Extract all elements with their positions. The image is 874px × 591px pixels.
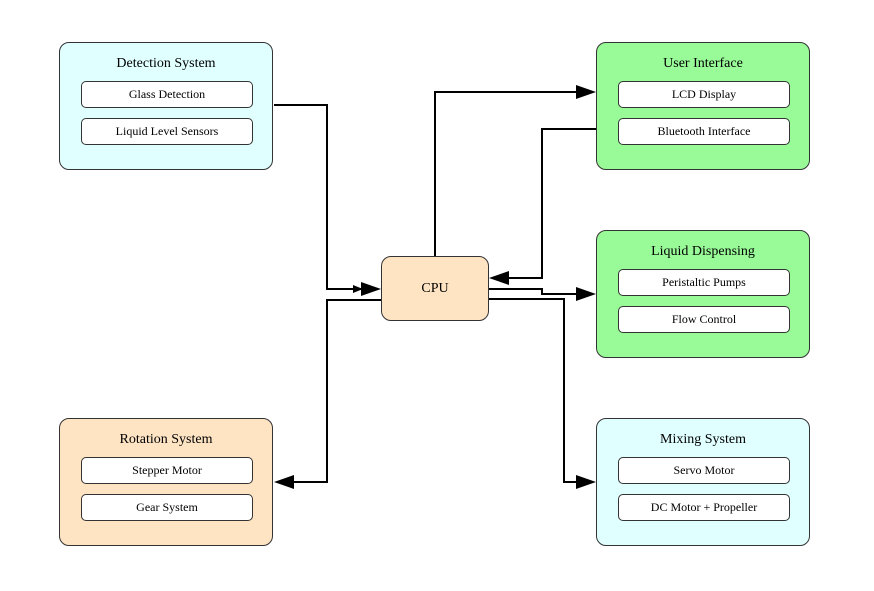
arrowhead-cpu-to-user-interface <box>576 85 596 99</box>
edge-cpu-to-liquid-dispensing <box>489 288 578 295</box>
component-lcd-display[interactable]: LCD Display <box>618 81 790 108</box>
group-title: Detection System <box>116 56 216 71</box>
group-title: Liquid Dispensing <box>651 244 755 259</box>
component-dc-motor-propeller[interactable]: DC Motor + Propeller <box>618 494 790 521</box>
component-stepper-motor[interactable]: Stepper Motor <box>81 457 253 484</box>
component-gear-system[interactable]: Gear System <box>81 494 253 521</box>
edge-cpu-to-user-interface <box>434 91 578 256</box>
group-title: User Interface <box>663 56 743 71</box>
group-user-interface[interactable]: User Interface LCD Display Bluetooth Int… <box>596 42 810 170</box>
group-title: Rotation System <box>119 432 213 447</box>
edge-detection-to-cpu <box>274 104 363 293</box>
component-flow-control[interactable]: Flow Control <box>618 306 790 333</box>
component-peristaltic-pumps[interactable]: Peristaltic Pumps <box>618 269 790 296</box>
component-liquid-level-sensors[interactable]: Liquid Level Sensors <box>81 118 253 145</box>
edge-user-interface-to-cpu <box>508 128 596 279</box>
group-rotation-system[interactable]: Rotation System Stepper Motor Gear Syste… <box>59 418 273 546</box>
group-liquid-dispensing[interactable]: Liquid Dispensing Peristaltic Pumps Flow… <box>596 230 810 358</box>
group-detection-system[interactable]: Detection System Glass Detection Liquid … <box>59 42 273 170</box>
component-glass-detection[interactable]: Glass Detection <box>81 81 253 108</box>
arrowhead-cpu-to-mixing <box>576 475 596 489</box>
arrowhead-cpu-to-rotation <box>274 475 294 489</box>
component-bluetooth-interface[interactable]: Bluetooth Interface <box>618 118 790 145</box>
group-title: Mixing System <box>660 432 746 447</box>
arrowhead-cpu-to-liquid-dispensing <box>576 287 596 301</box>
cpu-node[interactable]: CPU <box>381 256 489 321</box>
edge-cpu-to-rotation <box>292 299 381 483</box>
arrowhead-user-interface-to-cpu <box>489 271 509 285</box>
edge-cpu-to-mixing <box>489 298 578 483</box>
group-mixing-system[interactable]: Mixing System Servo Motor DC Motor + Pro… <box>596 418 810 546</box>
arrowhead-detection-to-cpu <box>361 282 381 296</box>
component-servo-motor[interactable]: Servo Motor <box>618 457 790 484</box>
